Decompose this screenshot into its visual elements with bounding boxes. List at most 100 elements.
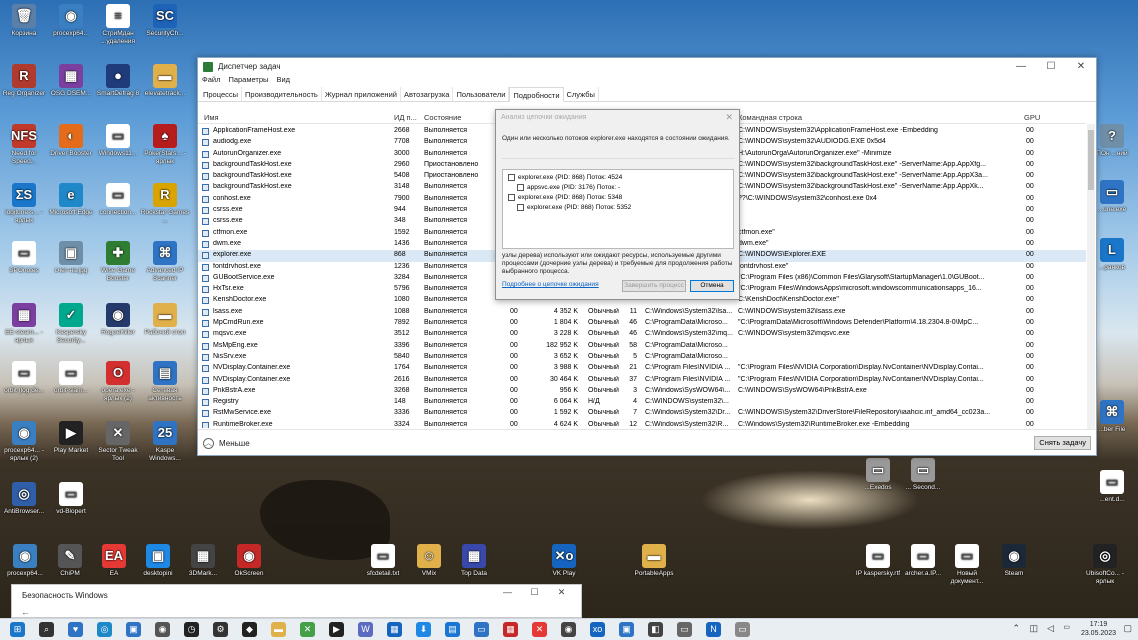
- fewer-details-button[interactable]: ︿ Меньше: [203, 438, 250, 449]
- tree-checkbox[interactable]: [508, 194, 515, 201]
- taskbar-app-icon[interactable]: ▤: [445, 622, 460, 637]
- tree-checkbox[interactable]: [517, 204, 524, 211]
- taskbar-app-icon[interactable]: ▣: [126, 622, 141, 637]
- column-pid[interactable]: ИД п...: [394, 113, 417, 122]
- desktop-icon[interactable]: ▭ orbit (log de...: [0, 361, 49, 395]
- taskbar-app-icon[interactable]: ▭: [735, 622, 750, 637]
- clock[interactable]: 17:19 23.05.2023: [1081, 621, 1116, 638]
- desktop-icon[interactable]: ▬ elevatetrack...: [140, 64, 190, 98]
- desktop-icon[interactable]: NFS Need for Speed...: [0, 124, 49, 165]
- end-task-button[interactable]: Снять задачу: [1034, 436, 1091, 450]
- desktop-icon[interactable]: ◐ Driver Booster: [46, 124, 96, 158]
- desktop-icon[interactable]: ▬ PortableApps: [629, 544, 679, 578]
- tab-users[interactable]: Пользователи: [453, 87, 510, 101]
- taskbar-app-icon[interactable]: W: [358, 622, 373, 637]
- taskbar-app-icon[interactable]: N: [706, 622, 721, 637]
- close-button[interactable]: ✕: [1066, 61, 1096, 72]
- desktop-icon[interactable]: R Rockstar Games ...: [140, 183, 190, 224]
- desktop-icon[interactable]: ◎ UbisoftCo... - ярлык: [1080, 544, 1130, 585]
- taskbar-app-icon[interactable]: ✕: [532, 622, 547, 637]
- table-row[interactable]: NVDisplay.Container.exe 1764 Выполняется 00…: [198, 363, 1086, 374]
- table-row[interactable]: RstMwService.exe 3336 Выполняется 00 1 592 K…: [198, 408, 1086, 419]
- desktop-icon[interactable]: ◉ Steam: [989, 544, 1039, 578]
- table-row[interactable]: PnkBstrA.exe 3268 Выполняется 00 956 K Обычны…: [198, 386, 1086, 397]
- desktop-icon[interactable]: ▭ connection...: [93, 183, 143, 217]
- tree-node[interactable]: explorer.exe (PID: 868) Поток: 5352: [517, 204, 631, 211]
- taskbar-app-icon[interactable]: ◆: [242, 622, 257, 637]
- table-row[interactable]: mqsvc.exe 3512 Выполняется 00 3 228 K Обычный…: [198, 329, 1086, 340]
- tab-startup[interactable]: Автозагрузка: [401, 87, 454, 101]
- taskbar-app-icon[interactable]: ⌕: [39, 622, 54, 637]
- taskbar-app-icon[interactable]: ⊞: [10, 622, 25, 637]
- tab-services[interactable]: Службы: [564, 87, 599, 101]
- desktop-icon[interactable]: ▭ ...Exedos: [853, 458, 903, 492]
- table-row[interactable]: MpCmdRun.exe 7892 Выполняется 00 1 804 K Обыч…: [198, 318, 1086, 329]
- tree-checkbox[interactable]: [508, 174, 515, 181]
- taskbar-app-icon[interactable]: ▦: [503, 622, 518, 637]
- desktop-icon[interactable]: ▣ desktopini: [133, 544, 183, 578]
- notifications-icon[interactable]: ▢: [1123, 623, 1132, 634]
- desktop-icon[interactable]: ✎ ChiPM: [45, 544, 95, 578]
- taskbar-app-icon[interactable]: ▭: [677, 622, 692, 637]
- taskbar-app-icon[interactable]: ▶: [329, 622, 344, 637]
- wait-chain-help-link[interactable]: Подробнее о цепочке ожидания: [502, 281, 599, 288]
- column-name[interactable]: Имя: [204, 113, 219, 122]
- taskbar-app-icon[interactable]: ◉: [155, 622, 170, 637]
- taskbar-app-icon[interactable]: ♥: [68, 622, 83, 637]
- desktop-icon[interactable]: ▣ счет-на.jpg: [46, 241, 96, 275]
- menu-file[interactable]: Файл: [202, 75, 220, 87]
- desktop-icon[interactable]: ◎ AntiBrowser...: [0, 482, 49, 516]
- desktop-icon[interactable]: ▭ Новый документ...: [942, 544, 992, 585]
- taskbar-app-icon[interactable]: ◧: [648, 622, 663, 637]
- desktop-icon[interactable]: ▭ sfcdetail.txt: [358, 544, 408, 578]
- desktop-icon[interactable]: ▦ 3DMark...: [178, 544, 228, 578]
- table-row[interactable]: NVDisplay.Container.exe 2616 Выполняется 00…: [198, 375, 1086, 386]
- column-status[interactable]: Состояние: [424, 113, 461, 122]
- table-row[interactable]: RuntimeBroker.exe 3324 Выполняется 00 4 624 …: [198, 420, 1086, 428]
- desktop-icon[interactable]: EA EA: [89, 544, 139, 578]
- desktop-icon[interactable]: ▭ ... Second...: [898, 458, 948, 492]
- language-indicator[interactable]: ▭: [1063, 623, 1070, 631]
- taskbar-app-icon[interactable]: ▣: [619, 622, 634, 637]
- dialog-close-button[interactable]: ✕: [725, 112, 733, 123]
- tray-chevron-icon[interactable]: ⌃: [1012, 623, 1020, 634]
- desktop-icon[interactable]: ◉ OkScreen: [224, 544, 274, 578]
- taskbar-app-icon[interactable]: ⬇: [416, 622, 431, 637]
- menu-options[interactable]: Параметры: [228, 75, 268, 87]
- vertical-scrollbar[interactable]: [1087, 124, 1095, 429]
- table-row[interactable]: MsMpEng.exe 3396 Выполняется 00 182 952 K Обы…: [198, 341, 1086, 352]
- tree-checkbox[interactable]: [517, 184, 524, 191]
- desktop-icon[interactable]: ◉ procexp64...: [46, 4, 96, 38]
- desktop-icon[interactable]: ✕o VK Play: [539, 544, 589, 578]
- desktop-icon[interactable]: ▭ vd-Blopert: [46, 482, 96, 516]
- volume-icon[interactable]: ◁: [1047, 623, 1054, 634]
- security-minimize-button[interactable]: —: [494, 587, 521, 598]
- tab-details[interactable]: Подробности: [509, 87, 564, 102]
- network-icon[interactable]: ◫: [1029, 623, 1038, 634]
- tree-node[interactable]: appsvc.exe (PID: 3176) Поток: -: [517, 184, 620, 191]
- taskbar-app-icon[interactable]: ▭: [474, 622, 489, 637]
- desktop-icon[interactable]: ≡ СтриМдан ...удаления: [93, 4, 143, 45]
- tree-node[interactable]: explorer.exe (PID: 868) Поток: 5348: [508, 194, 622, 201]
- desktop-icon[interactable]: ▭ SPOnotes: [0, 241, 49, 275]
- minimize-button[interactable]: —: [1006, 61, 1036, 72]
- taskbar-app-icon[interactable]: ⚙: [213, 622, 228, 637]
- desktop-icon[interactable]: ✕ Sector Tweak Tool: [93, 421, 143, 462]
- taskbar-app-icon[interactable]: ◎: [97, 622, 112, 637]
- task-manager-titlebar[interactable]: Диспетчер задач — ☐ ✕: [198, 58, 1096, 75]
- desktop-icon[interactable]: ▤ Сетевая активность: [140, 361, 190, 402]
- tab-processes[interactable]: Процессы: [200, 87, 243, 101]
- taskbar-app-icon[interactable]: ✕: [300, 622, 315, 637]
- desktop-icon[interactable]: ▭ archer.a.IP...: [898, 544, 948, 578]
- desktop-icon[interactable]: ◉ RogueKiller: [93, 303, 143, 337]
- desktop-icon[interactable]: ✚ Wise Game Booster: [93, 241, 143, 282]
- security-close-button[interactable]: ✕: [548, 587, 575, 598]
- taskbar-app-icon[interactable]: ◉: [561, 622, 576, 637]
- table-row[interactable]: NisSrv.exe 5840 Выполняется 00 3 652 K Обычны…: [198, 352, 1086, 363]
- taskbar-app-icon[interactable]: xo: [590, 622, 605, 637]
- taskbar-app-icon[interactable]: ▦: [387, 622, 402, 637]
- desktop-icon[interactable]: ▭ ...ent.d...: [1088, 470, 1136, 504]
- end-process-button[interactable]: Завершить процесс: [622, 280, 686, 292]
- tree-node[interactable]: explorer.exe (PID: 868) Поток: 4524: [508, 174, 622, 181]
- desktop-icon[interactable]: SC SecurityCh...: [140, 4, 190, 38]
